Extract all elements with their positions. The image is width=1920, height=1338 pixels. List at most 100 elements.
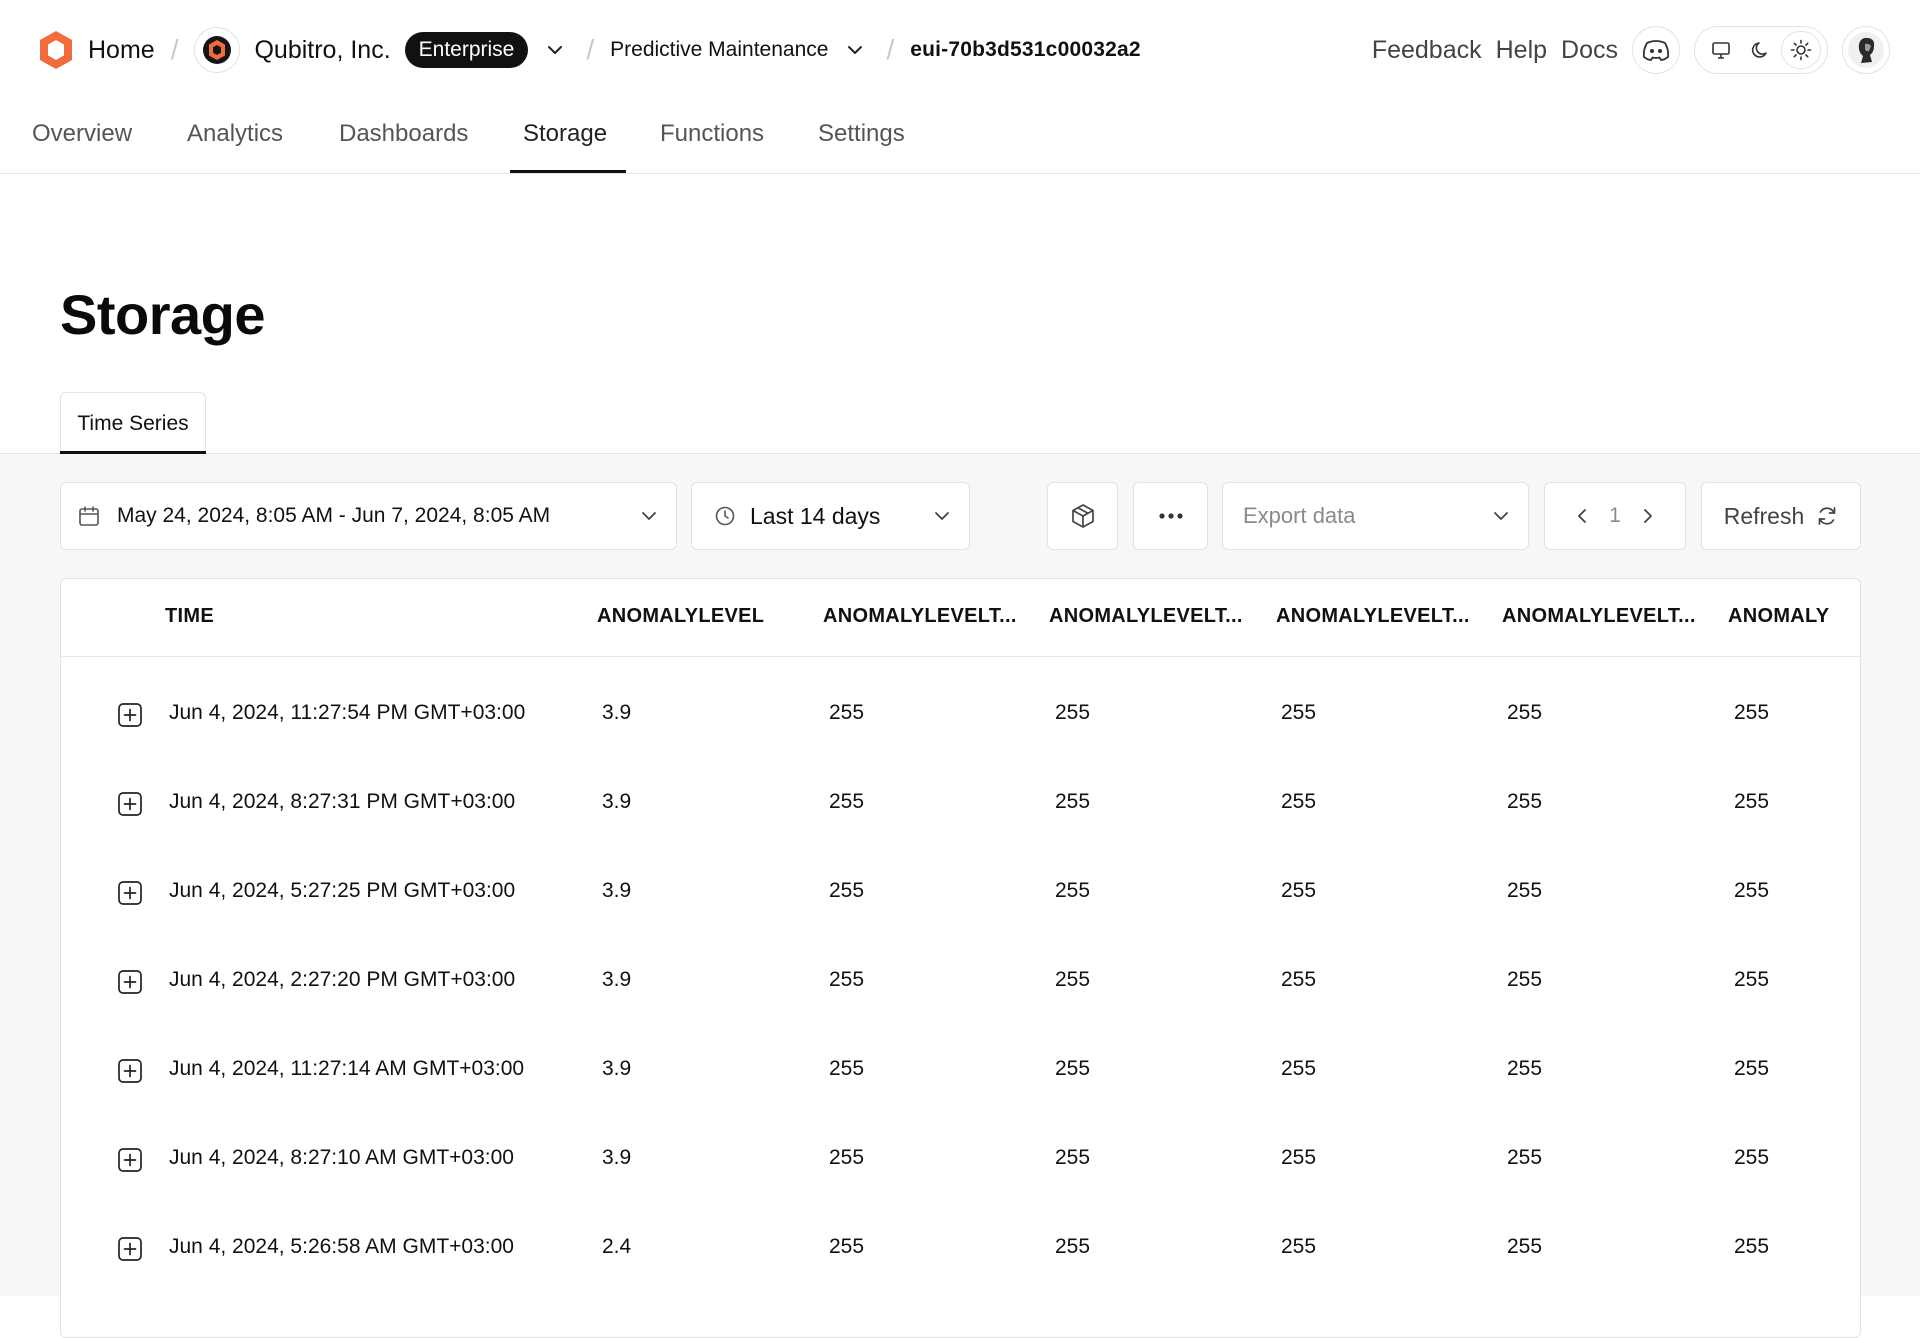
tab-dashboards[interactable]: Dashboards — [339, 120, 468, 174]
cell-value: 255 — [1055, 790, 1091, 813]
user-avatar[interactable] — [1842, 26, 1890, 74]
help-link[interactable]: Help — [1496, 36, 1547, 65]
column-header-anomalylevel[interactable]: ANOMALYLEVEL — [597, 605, 764, 628]
chevron-down-icon — [933, 507, 951, 525]
discord-button[interactable] — [1632, 26, 1680, 74]
active-tab-indicator — [510, 170, 626, 173]
breadcrumb-device[interactable]: eui-70b3d531c00032a2 — [910, 38, 1141, 62]
subtab-time-series[interactable]: Time Series — [60, 392, 206, 454]
tab-settings[interactable]: Settings — [818, 120, 905, 174]
expand-row-plus-square-icon[interactable] — [117, 702, 143, 728]
column-header-anomalylevelt-2[interactable]: ANOMALYLEVELT... — [1049, 605, 1243, 628]
cell-value: 255 — [1281, 1057, 1317, 1080]
tab-functions[interactable]: Functions — [660, 120, 764, 174]
refresh-button[interactable]: Refresh — [1701, 482, 1861, 550]
cell-value: 255 — [1055, 1146, 1091, 1169]
cell-value: 255 — [1507, 1235, 1543, 1258]
cell-value: 3.9 — [602, 790, 632, 813]
expand-row-plus-square-icon[interactable] — [117, 969, 143, 995]
cell-value: 255 — [1507, 968, 1543, 991]
breadcrumb-home[interactable]: Home — [88, 36, 155, 65]
cell-value: 255 — [1281, 1146, 1317, 1169]
page-title: Storage — [60, 283, 266, 346]
refresh-icon — [1816, 505, 1838, 527]
system-theme-monitor-icon[interactable] — [1701, 31, 1741, 69]
pagination: 1 — [1544, 482, 1686, 550]
theme-switcher — [1694, 26, 1828, 74]
cell-value: 255 — [829, 1146, 865, 1169]
cell-value: 255 — [829, 968, 865, 991]
date-range-value: May 24, 2024, 8:05 AM - Jun 7, 2024, 8:0… — [117, 504, 551, 527]
cell-value: 255 — [1055, 1057, 1091, 1080]
table-row[interactable]: Jun 4, 2024, 8:27:31 PM GMT+03:00 3.9 255 2… — [61, 758, 1860, 847]
page-number: 1 — [1609, 504, 1621, 527]
cell-value: 255 — [829, 879, 865, 902]
table-row[interactable]: Jun 4, 2024, 11:27:14 AM GMT+03:00 3.9 255… — [61, 1025, 1860, 1114]
tab-storage[interactable]: Storage — [523, 120, 607, 174]
qubitro-logo-icon[interactable] — [36, 28, 76, 72]
time-preset-select[interactable]: Last 14 days — [691, 482, 970, 550]
cell-time: Jun 4, 2024, 5:26:58 AM GMT+03:00 — [169, 1235, 514, 1258]
cell-value: 255 — [1055, 879, 1091, 902]
cell-value: 255 — [1281, 879, 1317, 902]
expand-row-plus-square-icon[interactable] — [117, 1058, 143, 1084]
expand-row-plus-square-icon[interactable] — [117, 1147, 143, 1173]
column-header-anomalylevelt-1[interactable]: ANOMALYLEVELT... — [823, 605, 1017, 628]
cell-value: 255 — [1507, 1146, 1543, 1169]
column-header-anomalylevelt-4[interactable]: ANOMALYLEVELT... — [1502, 605, 1696, 628]
tab-overview[interactable]: Overview — [32, 120, 132, 174]
expand-row-plus-square-icon[interactable] — [117, 880, 143, 906]
table-row[interactable]: Jun 4, 2024, 2:27:20 PM GMT+03:00 3.9 255 2… — [61, 936, 1860, 1025]
next-page-chevron-right-icon[interactable] — [1639, 507, 1657, 525]
light-theme-sun-icon[interactable] — [1781, 31, 1821, 69]
table-header: TIME ANOMALYLEVEL ANOMALYLEVELT... ANOMA… — [61, 579, 1860, 657]
cell-value: 255 — [829, 1057, 865, 1080]
table-row[interactable]: Jun 4, 2024, 5:27:25 PM GMT+03:00 3.9 255 2… — [61, 847, 1860, 936]
cell-time: Jun 4, 2024, 11:27:54 PM GMT+03:00 — [169, 701, 526, 724]
refresh-label: Refresh — [1723, 502, 1805, 529]
project-switcher-chevron-down-icon[interactable] — [840, 35, 870, 65]
dark-theme-moon-icon[interactable] — [1741, 31, 1781, 69]
cell-value: 3.9 — [602, 1057, 632, 1080]
cell-value: 255 — [1734, 701, 1770, 724]
cell-value: 255 — [1734, 1057, 1770, 1080]
cell-time: Jun 4, 2024, 8:27:10 AM GMT+03:00 — [169, 1146, 514, 1169]
previous-page-chevron-left-icon[interactable] — [1573, 507, 1591, 525]
cell-value: 255 — [1281, 968, 1317, 991]
cell-time: Jun 4, 2024, 11:27:14 AM GMT+03:00 — [169, 1057, 525, 1080]
breadcrumb-project[interactable]: Predictive Maintenance — [610, 38, 828, 62]
expand-row-plus-square-icon[interactable] — [117, 791, 143, 817]
tab-analytics[interactable]: Analytics — [187, 120, 283, 174]
docs-link[interactable]: Docs — [1561, 36, 1618, 65]
more-options-button[interactable] — [1133, 482, 1208, 550]
org-switcher-chevron-down-icon[interactable] — [540, 35, 570, 65]
table-row[interactable]: Jun 4, 2024, 5:26:58 AM GMT+03:00 2.4 255 2… — [61, 1203, 1860, 1292]
cell-value: 255 — [1281, 701, 1317, 724]
expand-row-plus-square-icon[interactable] — [117, 1236, 143, 1262]
export-data-placeholder: Export data — [1243, 503, 1356, 528]
cell-value: 255 — [1734, 879, 1770, 902]
clock-icon — [714, 505, 736, 527]
cell-value: 3.9 — [602, 879, 632, 902]
cell-value: 255 — [1055, 1235, 1091, 1258]
main-nav: Overview Analytics Dashboards Storage Fu… — [0, 106, 1920, 174]
cell-value: 255 — [1507, 1057, 1543, 1080]
schema-button[interactable] — [1047, 482, 1118, 550]
table-row[interactable]: Jun 4, 2024, 8:27:10 AM GMT+03:00 3.9 255 2… — [61, 1114, 1860, 1203]
column-header-anomaly[interactable]: ANOMALY — [1728, 605, 1829, 628]
table-row[interactable]: Jun 4, 2024, 11:27:54 PM GMT+03:00 3.9 255… — [61, 669, 1860, 758]
date-range-picker[interactable]: May 24, 2024, 8:05 AM - Jun 7, 2024, 8:0… — [60, 482, 677, 550]
breadcrumb-org[interactable]: Qubitro, Inc. — [254, 36, 390, 65]
column-header-anomalylevelt-3[interactable]: ANOMALYLEVELT... — [1276, 605, 1470, 628]
feedback-link[interactable]: Feedback — [1372, 36, 1482, 65]
column-header-time[interactable]: TIME — [165, 605, 214, 628]
export-data-select[interactable]: Export data — [1222, 482, 1529, 550]
discord-icon — [1642, 40, 1670, 61]
plan-badge: Enterprise — [404, 32, 529, 68]
time-series-table: TIME ANOMALYLEVEL ANOMALYLEVELT... ANOMA… — [60, 578, 1861, 1338]
breadcrumb-separator: / — [886, 34, 895, 65]
top-bar: Home / Qubitro, Inc. Enterprise / Predic… — [0, 0, 1920, 100]
cell-value: 3.9 — [602, 701, 632, 724]
storage-subtabs: Time Series — [0, 392, 1920, 454]
org-avatar[interactable] — [194, 27, 241, 73]
